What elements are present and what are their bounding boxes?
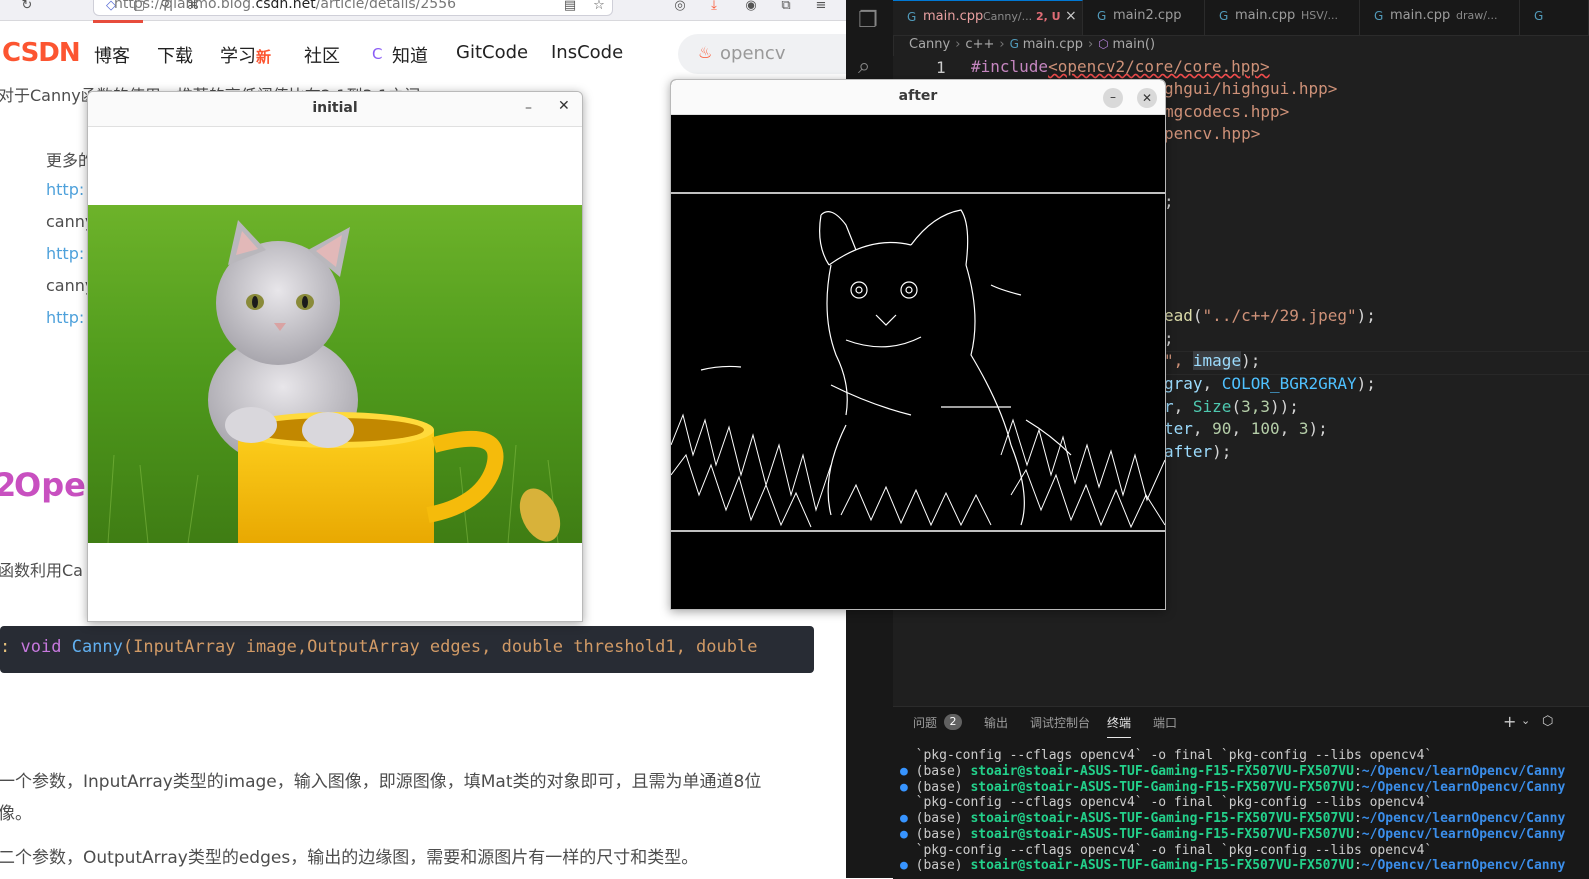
param-1-description-cont: 像。 xyxy=(0,804,32,824)
canny-edge-image xyxy=(671,115,1165,609)
window-titlebar[interactable]: initial – ✕ xyxy=(88,92,582,127)
explorer-icon[interactable]: ❐ xyxy=(858,8,878,33)
pocket-icon[interactable]: ◎ xyxy=(673,0,687,14)
cpp-file-icon: G xyxy=(1374,9,1384,23)
code-line-cvtcolor: gray, COLOR_BGR2GRAY); xyxy=(1164,374,1376,393)
menu-icon[interactable]: ≡ xyxy=(814,0,828,14)
cpp-file-icon: G xyxy=(907,10,917,24)
breadcrumb-folder[interactable]: Canny xyxy=(909,37,950,52)
close-icon[interactable]: ✕ xyxy=(558,98,570,114)
terminal-line: `pkg-config --cflags opencv4` -o final `… xyxy=(915,795,1433,810)
flame-icon: ♨ xyxy=(698,43,713,62)
param-1-description: 一个参数，InputArray类型的image，输入图像，即源图像，填Mat类的… xyxy=(0,772,762,792)
nav-gitcode[interactable]: GitCode xyxy=(456,42,528,63)
reference-link-3[interactable]: http: xyxy=(46,308,84,327)
nav-download[interactable]: 下载 xyxy=(157,42,193,68)
initial-image-window[interactable]: initial – ✕ xyxy=(87,91,583,622)
terminal-line: ● (base) stoair@stoair-ASUS-TUF-Gaming-F… xyxy=(900,858,1566,873)
reader-icon[interactable]: ▤ xyxy=(563,0,577,14)
cpp-file-icon: G xyxy=(1009,37,1023,51)
minimize-icon[interactable]: – xyxy=(525,100,532,116)
tab-main-cpp-canny[interactable]: G main.cpp Canny/... 2, U × xyxy=(893,0,1083,35)
nav-community[interactable]: 社区 xyxy=(304,42,340,68)
breadcrumb-subfolder[interactable]: c++ xyxy=(965,37,994,52)
code-line-imshow: ", image); xyxy=(1164,351,1261,370)
after-image-window[interactable]: after – ✕ xyxy=(670,79,1166,610)
breadcrumb-file[interactable]: main.cpp xyxy=(1023,37,1083,52)
code-line-1: #include<opencv2/core/core.hpp> xyxy=(971,57,1270,76)
code-signature: : void Canny(InputArray image,OutputArra… xyxy=(0,637,758,657)
terminal-line: `pkg-config --cflags opencv4` -o final `… xyxy=(915,843,1433,858)
window-titlebar[interactable]: after – ✕ xyxy=(671,80,1165,115)
chevron-down-icon[interactable]: ⌄ xyxy=(1521,714,1530,727)
close-tab-icon[interactable]: × xyxy=(1065,8,1077,24)
line-number: 1 xyxy=(936,58,946,77)
panel-tab-debug-console[interactable]: 调试控制台 xyxy=(1030,714,1090,731)
code-line-3: mgcodecs.hpp> xyxy=(1164,102,1290,121)
nav-inscode[interactable]: InsCode xyxy=(551,42,623,63)
breadcrumb: Canny › c++ › G main.cpp › ⬡ main() xyxy=(909,37,1156,52)
code-line-show-after: after); xyxy=(1164,442,1232,461)
tab-main-cpp-draw[interactable]: G main.cpp draw/... xyxy=(1360,0,1520,35)
code-line-canny: ter, 90, 100, 3); xyxy=(1164,419,1328,438)
window-title: initial xyxy=(312,100,358,116)
terminal-shell-icon[interactable]: ⬡ xyxy=(1542,714,1553,729)
search-input[interactable]: opencv xyxy=(720,43,785,64)
code-line-4: pencv.hpp> xyxy=(1164,124,1261,143)
terminal-line: ● (base) stoair@stoair-ASUS-TUF-Gaming-F… xyxy=(900,811,1566,826)
reload-icon[interactable]: ↻ xyxy=(20,0,34,14)
tab-overflow[interactable]: G xyxy=(1520,0,1589,35)
param-2-description: 二个参数，OutputArray类型的edges，输出的边缘图，需要和源图片有一… xyxy=(0,848,699,868)
problems-count-badge: 2 xyxy=(944,714,962,730)
cpp-file-icon: G xyxy=(1219,9,1229,23)
search-icon[interactable]: ⌕ xyxy=(858,54,870,79)
terminal-line: ● (base) stoair@stoair-ASUS-TUF-Gaming-F… xyxy=(900,764,1566,779)
panel-tab-ports[interactable]: 端口 xyxy=(1153,714,1177,731)
tab-problem-badge: 2, U xyxy=(1036,10,1061,23)
code-line-imread: ead("../c++/29.jpeg"); xyxy=(1164,306,1376,325)
url-text[interactable]: https://qianmo.blog.csdn.net/article/det… xyxy=(114,0,456,12)
reference-link-2[interactable]: http: xyxy=(46,244,84,263)
code-line-blur: r, Size(3,3)); xyxy=(1164,397,1299,416)
nav-zhidao[interactable]: 知道 xyxy=(392,42,428,68)
code-line-2: ghgui/highgui.hpp> xyxy=(1164,79,1338,98)
tab-main-cpp-hsv[interactable]: G main.cpp HSV/... xyxy=(1205,0,1360,35)
tab-main2-cpp[interactable]: G main2.cpp xyxy=(1083,0,1205,35)
nav-learn[interactable]: 学习新 xyxy=(220,42,271,68)
breadcrumb-symbol[interactable]: main() xyxy=(1112,37,1155,52)
paragraph-function-intro: 函数利用Ca xyxy=(0,561,83,580)
terminal-line: `pkg-config --cflags opencv4` -o final `… xyxy=(915,748,1433,763)
panel-tab-output[interactable]: 输出 xyxy=(984,714,1008,731)
nav-new-badge: 新 xyxy=(256,48,272,66)
extensions-icon[interactable]: ⧉ xyxy=(779,0,793,14)
nav-blog[interactable]: 博客 xyxy=(94,42,130,68)
csdn-logo[interactable]: CSDN xyxy=(2,38,81,68)
panel-tab-terminal[interactable]: 终端 xyxy=(1107,714,1132,738)
download-icon[interactable]: ⤓ xyxy=(707,0,721,14)
close-icon[interactable]: ✕ xyxy=(1137,88,1157,108)
minimize-icon[interactable]: – xyxy=(1103,88,1123,108)
panel-tab-problems[interactable]: 问题 xyxy=(913,714,937,731)
reference-link-1[interactable]: http: xyxy=(46,180,84,199)
kitten-photo xyxy=(88,205,582,543)
new-terminal-icon[interactable]: + xyxy=(1503,712,1516,731)
function-symbol-icon: ⬡ xyxy=(1098,37,1113,51)
cpp-file-icon: G xyxy=(1534,9,1544,23)
terminal-line: ● (base) stoair@stoair-ASUS-TUF-Gaming-F… xyxy=(900,780,1566,795)
terminal-line: ● (base) stoair@stoair-ASUS-TUF-Gaming-F… xyxy=(900,827,1566,842)
account-icon[interactable]: ◉ xyxy=(744,0,758,14)
cpp-file-icon: G xyxy=(1097,9,1107,23)
active-tab-indicator xyxy=(93,20,143,23)
bookmark-star-icon[interactable]: ☆ xyxy=(592,0,606,14)
window-title: after xyxy=(898,88,938,104)
zhidao-icon: C xyxy=(372,45,383,63)
